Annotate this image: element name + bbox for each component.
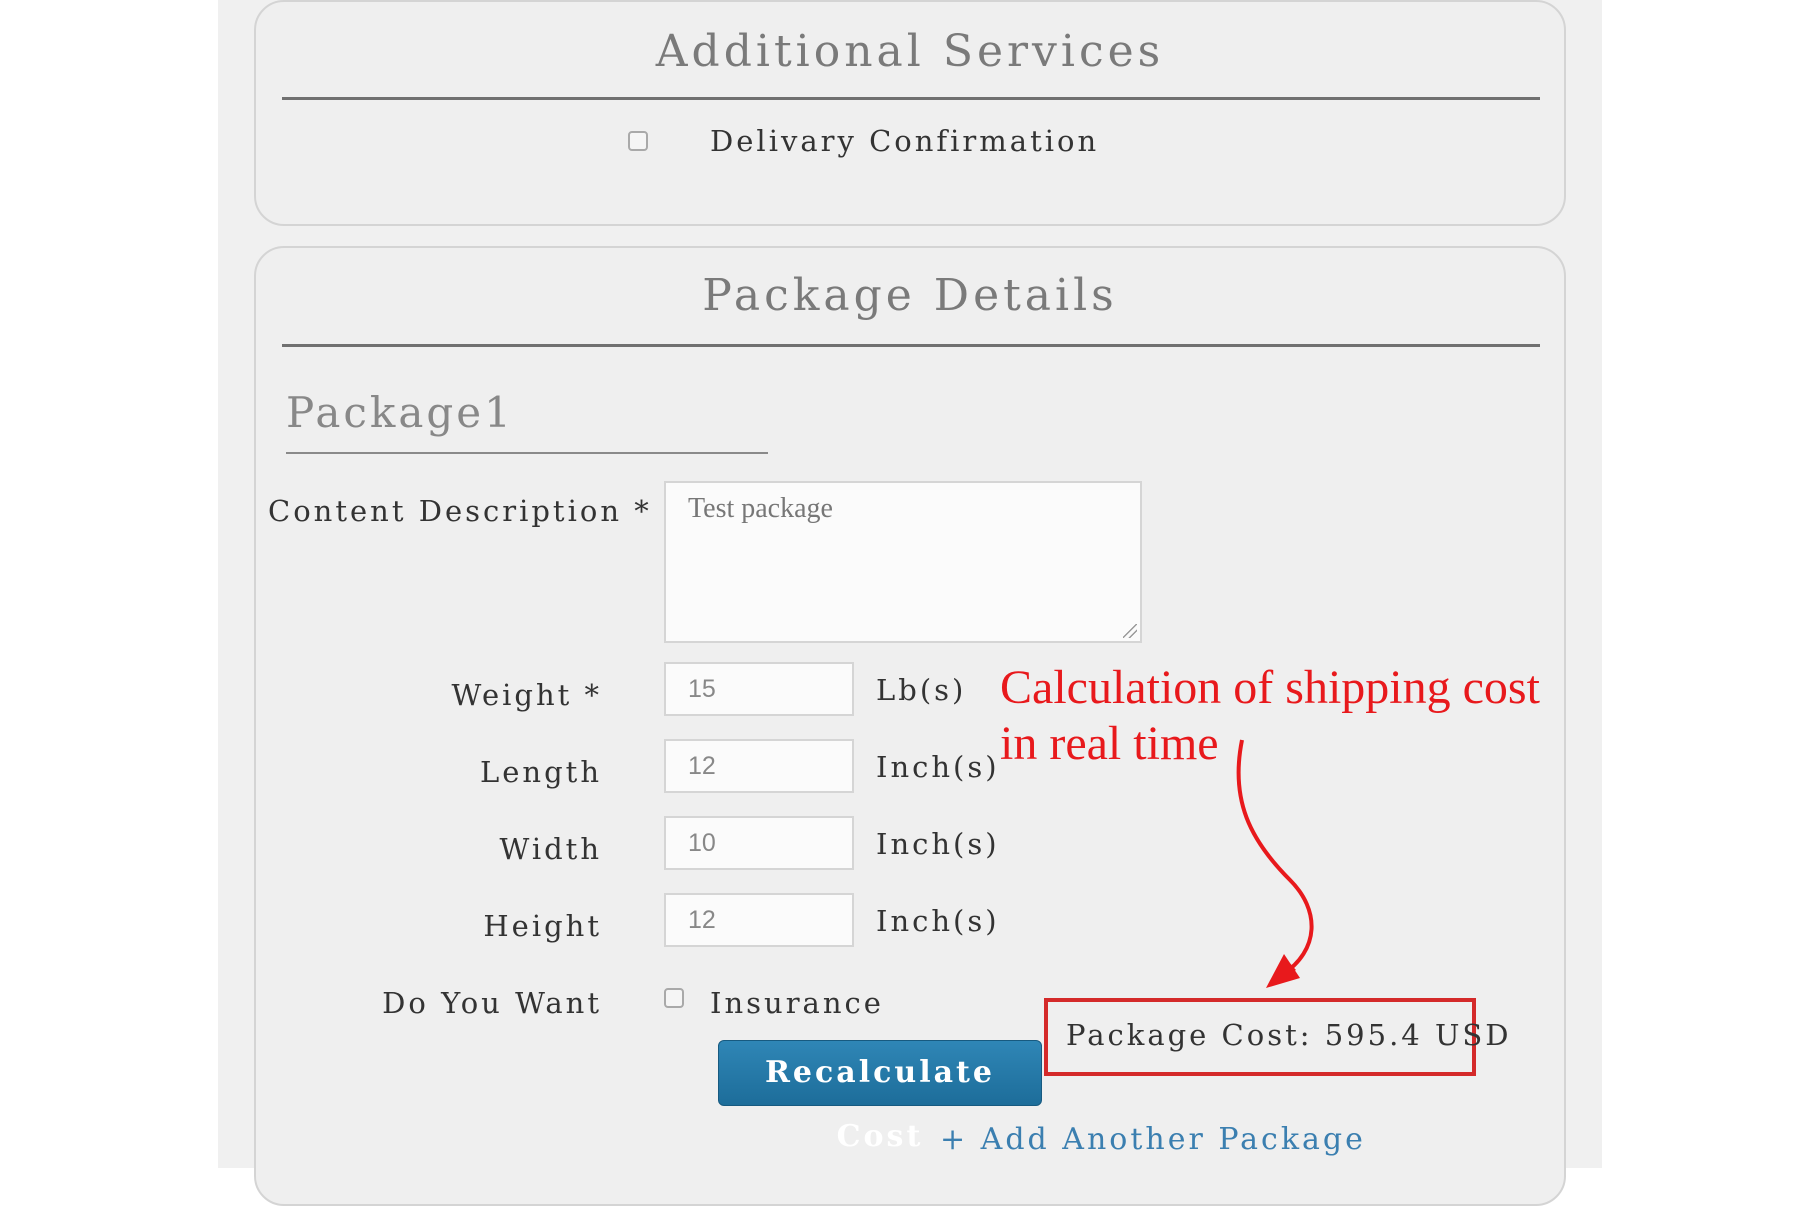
height-label: Height xyxy=(483,909,602,943)
delivery-confirmation-label: Delivary Confirmation xyxy=(710,124,1100,158)
height-unit: Inch(s) xyxy=(876,904,1000,938)
package-heading: Package1 xyxy=(286,388,514,437)
content-description-value: Test package xyxy=(688,493,833,524)
annotation-line-2: in real time xyxy=(1000,717,1219,770)
weight-unit: Lb(s) xyxy=(876,673,967,707)
package-heading-underline xyxy=(286,452,768,454)
height-input[interactable]: 12 xyxy=(664,893,854,947)
section-divider xyxy=(282,344,1540,347)
insurance-checkbox[interactable] xyxy=(664,988,684,1008)
do-you-want-label: Do You Want xyxy=(382,986,602,1020)
width-input[interactable]: 10 xyxy=(664,816,854,870)
weight-input[interactable]: 15 xyxy=(664,662,854,716)
resize-grip-icon[interactable] xyxy=(1123,624,1137,638)
section-title: Package Details xyxy=(702,270,1118,321)
width-label: Width xyxy=(499,832,602,866)
section-divider xyxy=(282,97,1540,100)
width-unit: Inch(s) xyxy=(876,827,1000,861)
weight-label: Weight * xyxy=(451,678,602,712)
insurance-label: Insurance xyxy=(710,986,884,1020)
add-another-package-link[interactable]: + Add Another Package xyxy=(940,1122,1366,1157)
section-title: Additional Services xyxy=(655,26,1165,77)
length-unit: Inch(s) xyxy=(876,750,1000,784)
length-input[interactable]: 12 xyxy=(664,739,854,793)
length-label: Length xyxy=(480,755,602,789)
package-cost-highlight: Package Cost: 595.4 USD xyxy=(1044,998,1509,1076)
content-description-textarea[interactable]: Test package xyxy=(664,481,1142,643)
additional-services-section: Additional Services xyxy=(254,0,1566,226)
package-cost-text: Package Cost: 595.4 USD xyxy=(1066,1018,1512,1052)
content-description-label: Content Description * xyxy=(268,494,652,528)
annotation-line-1: Calculation of shipping cost xyxy=(1000,661,1540,714)
delivery-confirmation-checkbox[interactable] xyxy=(628,131,648,151)
recalculate-cost-button[interactable]: Recalculate Cost xyxy=(718,1040,1042,1154)
